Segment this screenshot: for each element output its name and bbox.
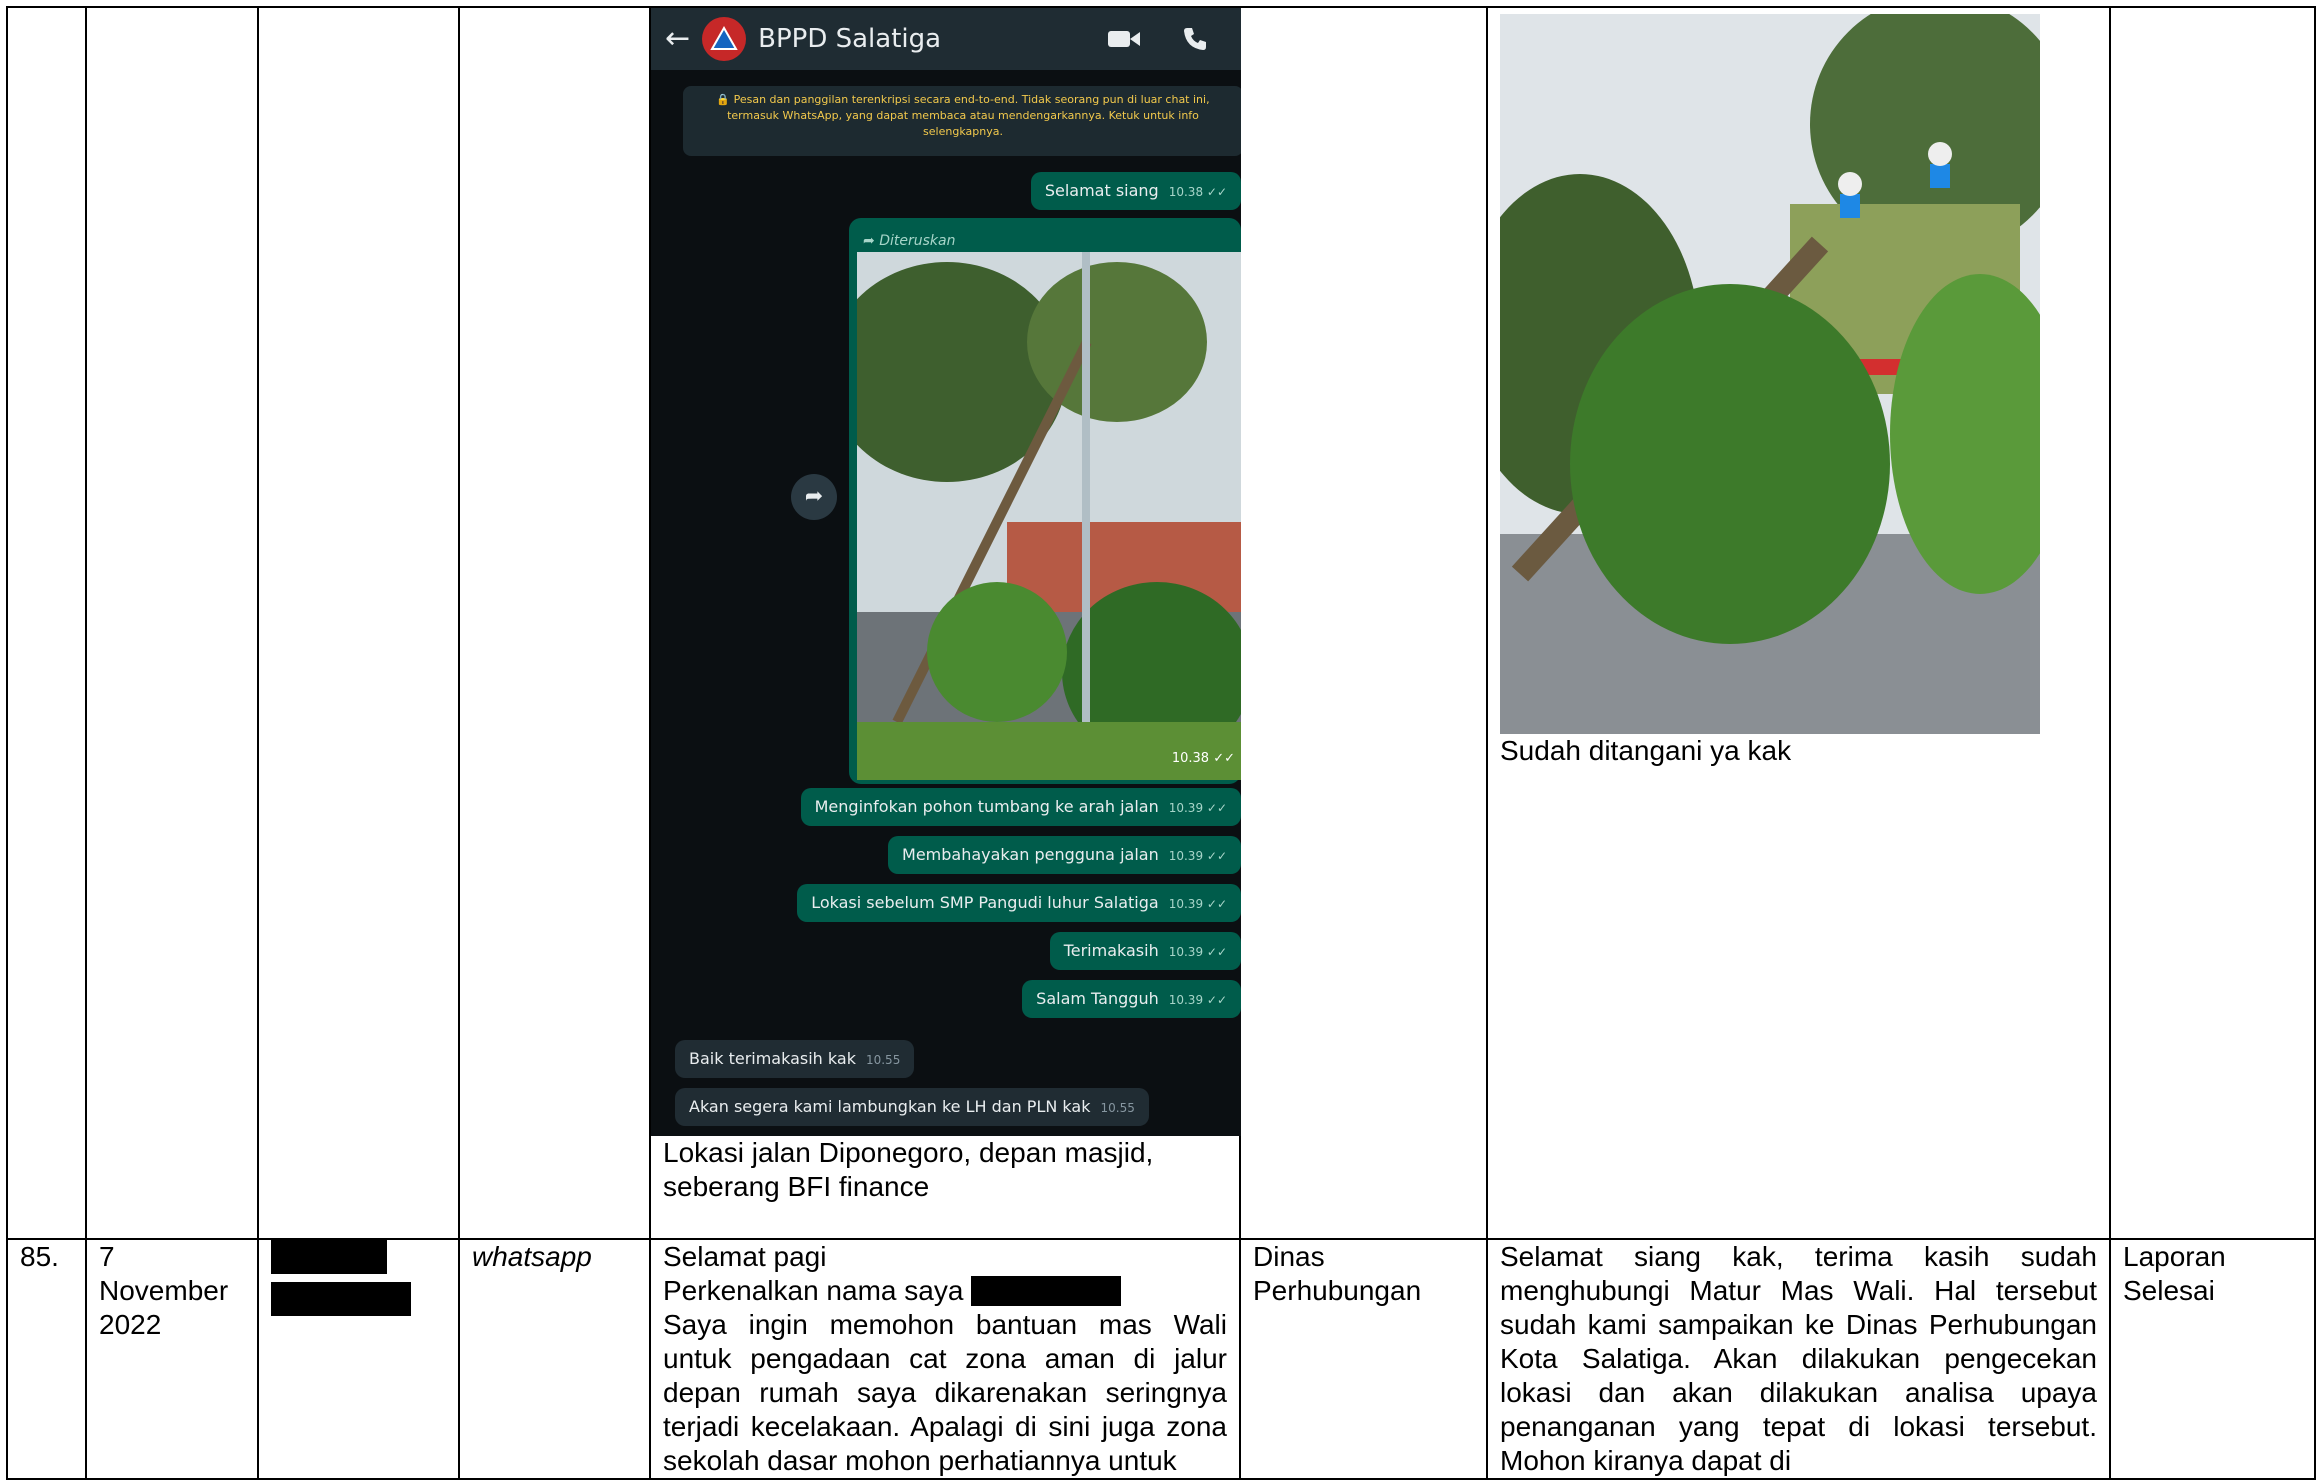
- cell-name: [257, 6, 460, 1240]
- chat-bubble-out: Lokasi sebelum SMP Pangudi luhur Salatig…: [797, 884, 1241, 922]
- report-greeting: Selamat pagi: [663, 1241, 827, 1272]
- contact-avatar: [702, 17, 747, 61]
- forwarded-image-message: ➦ Diteruskan 10.38 ✓✓: [849, 218, 1241, 784]
- cell-response: Sudah ditangani ya kak: [1486, 6, 2111, 1240]
- cell-number: [6, 6, 87, 1240]
- phone-icon: [1184, 28, 1206, 50]
- cell-name: [257, 1238, 460, 1480]
- report-body: Saya ingin memohon bantuan mas Wali untu…: [663, 1309, 1227, 1476]
- row-channel: whatsapp: [458, 1238, 651, 1480]
- chat-bubble-out: Terimakasih 10.39 ✓✓: [1049, 932, 1241, 970]
- fallen-tree-photo: [857, 252, 1241, 780]
- redacted-name-box: [271, 1240, 387, 1274]
- chat-header: ← BPPD Salatiga: [651, 8, 1241, 70]
- video-call-icon: [1108, 31, 1140, 47]
- table-row: 85. 7 November 2022 whatsapp Selamat pag…: [6, 1238, 2316, 1480]
- redacted-name-box: [971, 1276, 1122, 1306]
- cell-date: [85, 6, 259, 1240]
- table-row: ← BPPD Salatiga 🔒 Pesan dan panggilan te…: [6, 6, 2316, 1240]
- cell-status: [2109, 6, 2316, 1240]
- forwarded-time: 10.38 ✓✓: [1171, 751, 1235, 766]
- contact-name: BPPD Salatiga: [758, 24, 942, 54]
- cell-report-text: Selamat pagi Perkenalkan nama saya Saya …: [649, 1238, 1241, 1480]
- encryption-notice: 🔒 Pesan dan panggilan terenkripsi secara…: [683, 86, 1241, 156]
- chat-bubble-out: Membahayakan pengguna jalan 10.39 ✓✓: [888, 836, 1241, 874]
- cell-channel: [458, 6, 651, 1240]
- row-date: 7 November 2022: [85, 1238, 259, 1480]
- row-status: Laporan Selesai: [2109, 1238, 2316, 1480]
- cell-report: ← BPPD Salatiga 🔒 Pesan dan panggilan te…: [649, 6, 1241, 1240]
- document-page: ← BPPD Salatiga 🔒 Pesan dan panggilan te…: [0, 0, 2318, 1480]
- report-intro: Perkenalkan nama saya: [663, 1274, 1227, 1308]
- chat-bubble-in: Akan segera kami lambungkan ke LH dan PL…: [675, 1088, 1149, 1126]
- response-caption: Sudah ditangani ya kak: [1500, 735, 1792, 766]
- row-number: 85.: [6, 1238, 87, 1480]
- report-table: ← BPPD Salatiga 🔒 Pesan dan panggilan te…: [6, 6, 2316, 1480]
- back-arrow-icon: ←: [665, 21, 691, 56]
- chat-bubble-out: Salam Tangguh 10.39 ✓✓: [1022, 980, 1241, 1018]
- row-agency: Dinas Perhubungan: [1239, 1238, 1488, 1480]
- cell-agency: [1239, 6, 1488, 1240]
- chat-bubble-in: Baik terimakasih kak 10.55: [675, 1040, 915, 1078]
- share-icon[interactable]: ➦: [791, 474, 837, 520]
- warning-triangle-icon: [710, 25, 738, 50]
- report-caption: Lokasi jalan Diponegoro, depan masjid, s…: [663, 1137, 1154, 1202]
- row-response: Selamat siang kak, terima kasih sudah me…: [1486, 1238, 2111, 1480]
- chat-bubble-out: Menginfokan pohon tumbang ke arah jalan 1…: [800, 788, 1241, 826]
- chat-bubble-out: Selamat siang 10.38 ✓✓: [1030, 172, 1241, 210]
- tree-removal-photo: [1500, 14, 2040, 734]
- whatsapp-screenshot: ← BPPD Salatiga 🔒 Pesan dan panggilan te…: [651, 8, 1241, 1136]
- redacted-name-box: [271, 1282, 411, 1316]
